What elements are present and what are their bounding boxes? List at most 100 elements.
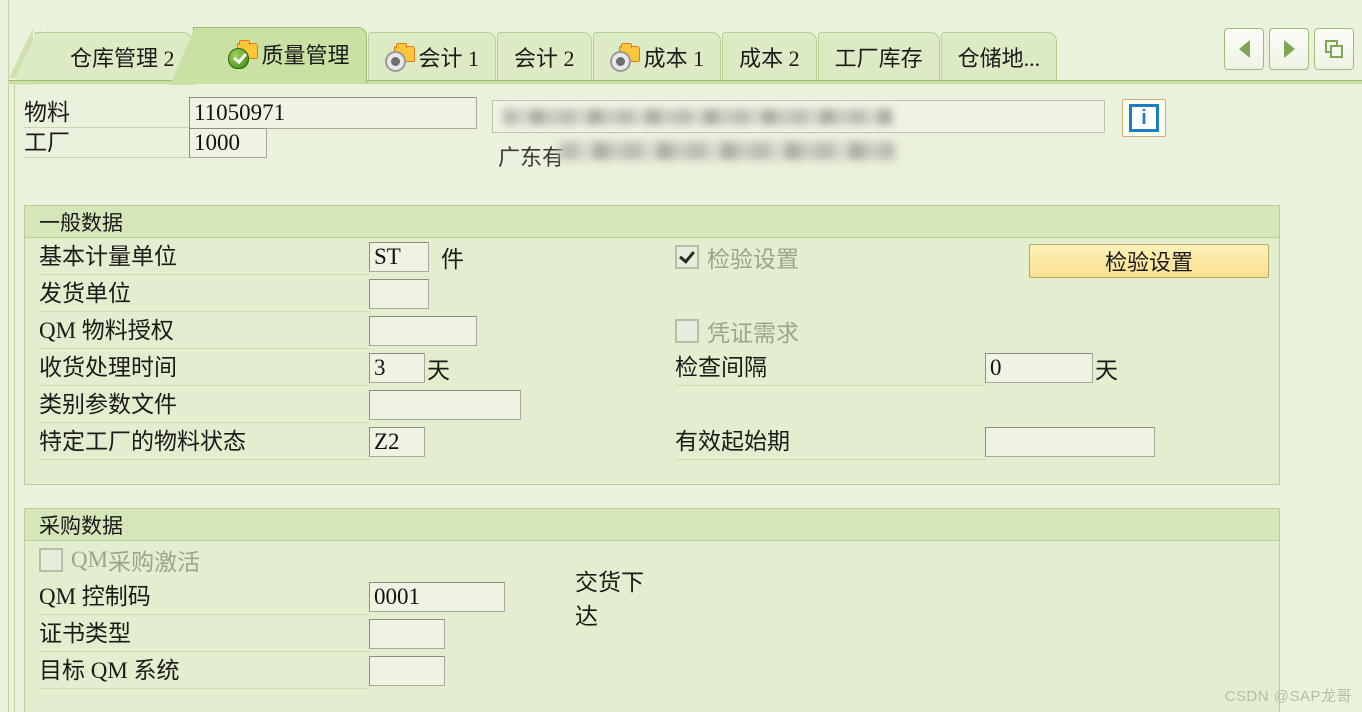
catalog-profile-label: 类别参数文件 (39, 386, 369, 423)
shield-check-folder-icon (227, 40, 258, 69)
next-tab-button[interactable] (1269, 28, 1309, 70)
prev-tab-button[interactable] (1224, 28, 1264, 70)
certificate-type-row: 证书类型 (39, 615, 659, 652)
gr-processing-time-label: 收货处理时间 (39, 349, 369, 386)
next-tab-icon (1283, 40, 1295, 58)
certificate-type-input[interactable] (369, 618, 445, 649)
qm-authorization-row: QM 物料授权 (39, 312, 659, 349)
tab-label: 成本 1 (643, 45, 705, 71)
tab-accounting-2[interactable]: 会计 2 (497, 32, 592, 84)
document-required-checkbox[interactable] (675, 318, 699, 343)
tab-label: 工厂库存 (834, 45, 923, 71)
plant-material-status-row: 特定工厂的物料状态 (39, 423, 659, 460)
qm-authorization-label: QM 物料授权 (39, 312, 369, 349)
ring-folder-icon (384, 42, 415, 72)
tab-label: 会计 1 (418, 45, 480, 71)
watermark: CSDN @SAP龙哥 (1224, 688, 1352, 705)
doc-required-checkbox-row: 凭证需求 (675, 312, 1275, 349)
tabstrip: 仓库管理 2 质量管理 会计 1 会计 2 成本 1 成本 2 工厂库存 仓储地… (9, 22, 1362, 85)
tab-costing-1[interactable]: 成本 1 (592, 32, 722, 84)
qm-procurement-active-checkbox[interactable] (39, 547, 63, 572)
base-uom-row: 基本计量单位 件 (39, 238, 659, 275)
tab-quality-management[interactable]: 质量管理 (169, 27, 367, 85)
inspection-interval-suffix: 天 (1095, 357, 1118, 383)
qm-control-key-description: 交货下达 (575, 569, 644, 629)
material-row: 物料 (24, 97, 477, 129)
qm-procurement-active-row: QM 采购激活 (39, 541, 659, 578)
plant-material-status-input[interactable] (369, 426, 425, 457)
certificate-type-label: 证书类型 (39, 615, 369, 652)
material-input[interactable] (189, 97, 477, 129)
valid-from-row: 有效起始期 (675, 423, 1275, 460)
valid-from-input[interactable] (985, 426, 1155, 457)
target-qm-system-input[interactable] (369, 655, 445, 686)
tab-storage-location[interactable]: 仓储地... (940, 32, 1058, 84)
spacer-row (675, 275, 1275, 312)
qm-procurement-active-label-bold: QM (71, 546, 109, 572)
form-left-rail (14, 84, 15, 712)
plant-row: 工厂 (24, 128, 477, 158)
gr-processing-time-suffix: 天 (427, 357, 450, 383)
general-data-title: 一般数据 (25, 206, 1279, 238)
tab-plant-stock[interactable]: 工厂库存 (817, 32, 940, 84)
gr-processing-time-input[interactable] (369, 352, 425, 383)
valid-from-label: 有效起始期 (675, 423, 985, 460)
document-required-checkbox-label: 凭证需求 (707, 320, 799, 346)
material-label: 物料 (24, 98, 189, 128)
general-left-column: 基本计量单位 件 发货单位 QM 物料授权 收货处理时间 天 (39, 238, 659, 460)
qm-control-key-input[interactable] (369, 581, 505, 612)
catalog-profile-row: 类别参数文件 (39, 386, 659, 423)
info-icon: i (1129, 104, 1159, 132)
tab-navigation (1224, 28, 1354, 70)
plant-material-status-label: 特定工厂的物料状态 (39, 423, 369, 460)
target-qm-system-label: 目标 QM 系统 (39, 652, 369, 689)
redacted-description-text (503, 109, 893, 125)
tab-warehouse-management-2[interactable]: 仓库管理 2 (12, 32, 192, 85)
base-uom-suffix: 件 (441, 246, 464, 272)
qm-control-key-row: QM 控制码 交货下达 (39, 570, 659, 629)
tab-costing-2[interactable]: 成本 2 (722, 32, 817, 84)
info-button[interactable]: i (1122, 99, 1166, 137)
purchasing-data-title: 采购数据 (25, 509, 1279, 541)
tab-list-button[interactable] (1314, 28, 1354, 70)
tab-label: 仓储地... (957, 45, 1041, 71)
ring-folder-icon (609, 42, 640, 72)
base-uom-label: 基本计量单位 (39, 238, 369, 275)
purchasing-data-panel: 采购数据 QM 采购激活 QM 控制码 交货下达 证书类型 目标 QM 系 (24, 508, 1280, 712)
tab-list-icon (1324, 39, 1344, 59)
gr-processing-time-row: 收货处理时间 天 (39, 349, 659, 386)
tab-label: 成本 2 (739, 45, 800, 71)
tab-label: 质量管理 (261, 43, 350, 68)
tab-label: 会计 2 (514, 45, 575, 71)
sap-material-master-screen: 仓库管理 2 质量管理 会计 1 会计 2 成本 1 成本 2 工厂库存 仓储地… (0, 0, 1362, 712)
material-description-line2: 广东有 (498, 145, 565, 170)
qm-authorization-input[interactable] (369, 315, 477, 346)
window-left-rail (0, 0, 9, 712)
inspection-setup-button[interactable]: 检验设置 (1029, 244, 1269, 278)
catalog-profile-input[interactable] (369, 389, 521, 420)
inspection-setup-checkbox[interactable] (675, 244, 699, 269)
inspection-setup-checkbox-label: 检验设置 (707, 246, 799, 272)
issue-unit-input[interactable] (369, 278, 429, 309)
material-description-field[interactable] (492, 100, 1105, 133)
general-data-panel: 一般数据 基本计量单位 件 发货单位 QM 物料授权 收货处理时间 (24, 205, 1280, 485)
plant-label: 工厂 (24, 128, 189, 158)
tab-list: 仓库管理 2 质量管理 会计 1 会计 2 成本 1 成本 2 工厂库存 仓储地… (12, 26, 1058, 85)
issue-unit-row: 发货单位 (39, 275, 659, 312)
spacer-row-2 (675, 386, 1275, 423)
qm-procurement-active-label: 采购激活 (108, 549, 201, 575)
base-uom-input[interactable] (369, 241, 429, 272)
header-fields: 物料 工厂 (24, 97, 477, 158)
plant-input[interactable] (189, 128, 267, 158)
issue-unit-label: 发货单位 (39, 275, 369, 312)
qm-control-key-label: QM 控制码 (39, 578, 369, 615)
target-qm-system-row: 目标 QM 系统 (39, 652, 659, 689)
redacted-description-line2 (560, 142, 895, 160)
inspection-interval-row: 检查间隔 天 (675, 349, 1275, 386)
inspection-interval-input[interactable] (985, 352, 1093, 383)
tab-label: 仓库管理 2 (70, 45, 175, 71)
inspection-interval-label: 检查间隔 (675, 349, 985, 386)
purchasing-left-column: QM 采购激活 QM 控制码 交货下达 证书类型 目标 QM 系统 (39, 541, 659, 689)
tab-accounting-1[interactable]: 会计 1 (367, 32, 497, 84)
prev-tab-icon (1238, 40, 1250, 58)
